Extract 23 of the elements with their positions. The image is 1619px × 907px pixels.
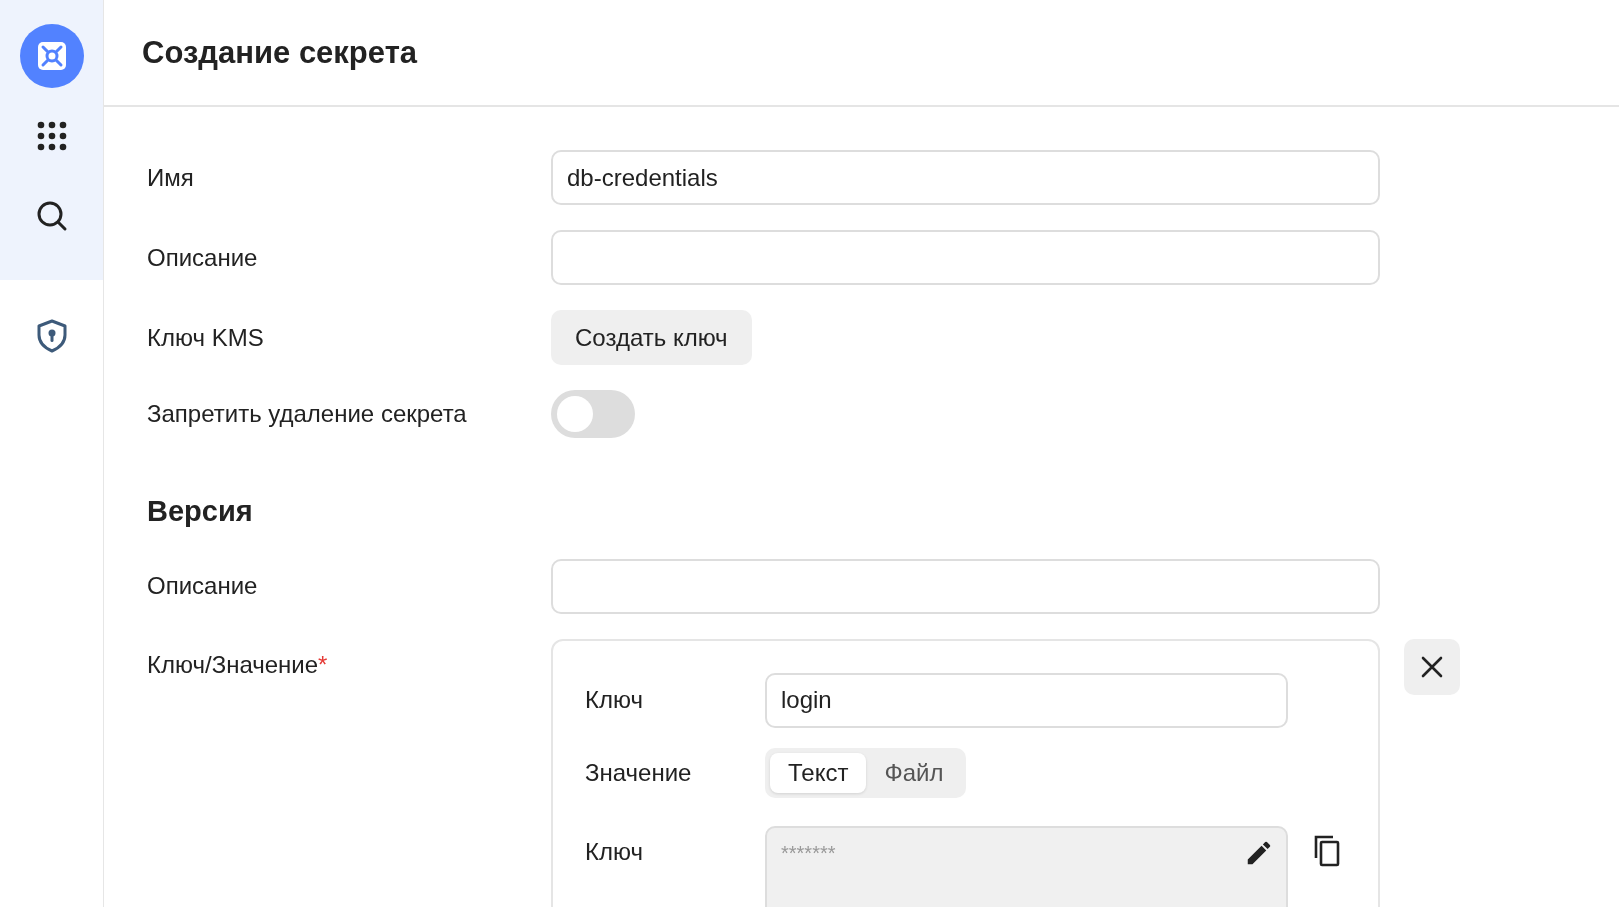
field-label: Запретить удаление секрета (147, 399, 468, 429)
field-label: Ключ (585, 685, 644, 715)
field-label: Имя (147, 162, 195, 193)
section-heading: Версия (147, 494, 254, 529)
create-key-button[interactable]: Создать ключ (551, 310, 752, 365)
close-icon (1421, 655, 1443, 678)
text-field[interactable]: db-credentials (551, 150, 1380, 205)
page-title: Создание секрета (142, 33, 418, 72)
close-button[interactable] (1404, 638, 1460, 695)
field-label: Описание (147, 571, 259, 601)
copy-icon[interactable] (1312, 833, 1342, 868)
toggle-switch[interactable] (551, 390, 635, 438)
segment-tab[interactable]: Файл (866, 752, 962, 793)
segment-tab[interactable]: Текст (770, 752, 867, 793)
text-field[interactable] (551, 230, 1380, 285)
field-label: Ключ (585, 836, 644, 867)
field-label: Ключ KMS (147, 322, 265, 353)
required-mark: * (318, 650, 328, 678)
text-field[interactable] (551, 558, 1380, 614)
field-label: Значение (585, 757, 693, 788)
field-label: Ключ/Значение (147, 650, 319, 678)
field-label: Описание (147, 242, 259, 273)
key-field[interactable]: login (765, 672, 1288, 728)
